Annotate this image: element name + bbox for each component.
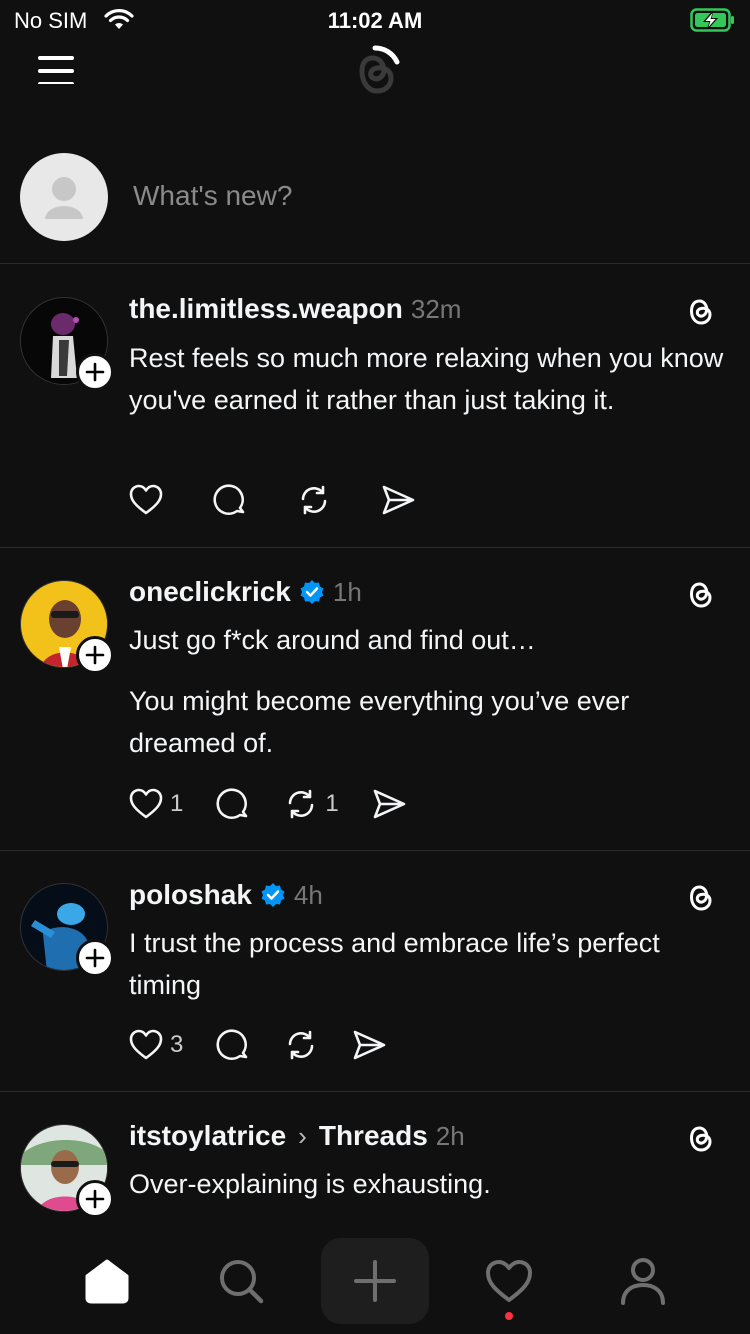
post-text: Rest feels so much more relaxing when yo… (129, 337, 729, 421)
like-button[interactable]: 1 (128, 786, 183, 822)
send-icon (354, 1030, 386, 1060)
share-button[interactable] (380, 482, 416, 518)
post-text: Just go f*ck around and find out… You mi… (129, 619, 729, 764)
repost-button[interactable] (296, 482, 332, 518)
repost-icon (301, 485, 327, 515)
username[interactable]: the.limitless.weapon (129, 293, 403, 325)
repost-button[interactable] (283, 1027, 319, 1063)
share-button[interactable] (351, 1027, 387, 1063)
follow-button[interactable] (76, 636, 114, 674)
home-icon (85, 1259, 129, 1304)
like-count: 1 (170, 790, 184, 817)
post-header: oneclickrick 1h (129, 576, 362, 608)
post-time: 4h (293, 879, 323, 910)
post-paragraph: Rest feels so much more relaxing when yo… (129, 343, 724, 415)
post-actions (128, 482, 448, 518)
send-icon (382, 485, 415, 515)
comment-icon (216, 1029, 248, 1061)
compose-icon (354, 1260, 396, 1302)
tab-activity[interactable] (459, 1238, 559, 1324)
post-text: I trust the process and embrace life’s p… (129, 922, 729, 1006)
repost-icon (289, 789, 314, 819)
post-actions: 1 1 (128, 786, 439, 822)
tab-home[interactable] (57, 1238, 157, 1324)
threads-icon[interactable] (682, 576, 718, 612)
thread-post[interactable]: the.limitless.weapon 32m Rest feels so m… (0, 265, 750, 548)
plus-icon (85, 948, 105, 968)
like-button[interactable]: 3 (128, 1027, 183, 1063)
new-thread-composer[interactable]: What's new? (0, 150, 750, 264)
post-text: Over-explaining is exhausting. (129, 1163, 729, 1205)
reply-button[interactable] (215, 1027, 251, 1063)
post-actions: 3 (128, 1027, 419, 1063)
follow-button[interactable] (76, 939, 114, 977)
follow-button[interactable] (76, 353, 114, 391)
tab-profile[interactable] (593, 1238, 693, 1324)
tab-search[interactable] (191, 1238, 291, 1324)
repost-button[interactable]: 1 (283, 786, 339, 822)
like-button[interactable] (128, 482, 164, 518)
username[interactable]: poloshak (129, 879, 252, 911)
share-button[interactable] (371, 786, 407, 822)
menu-icon[interactable] (36, 52, 76, 84)
thread-post[interactable]: poloshak 4h I trust the process and embr… (0, 851, 750, 1092)
tab-compose[interactable] (321, 1238, 429, 1324)
plus-icon (85, 362, 105, 382)
post-paragraph: Over-explaining is exhausting. (129, 1169, 491, 1199)
user-avatar[interactable] (20, 153, 108, 241)
verified-badge-icon (261, 883, 285, 907)
composer-placeholder[interactable]: What's new? (133, 180, 292, 212)
threads-icon[interactable] (682, 1120, 718, 1156)
username[interactable]: itstoylatrice (129, 1120, 286, 1152)
threads-icon[interactable] (682, 293, 718, 329)
top-bar (0, 36, 750, 106)
profile-icon (621, 1258, 665, 1305)
repost-icon (289, 1030, 314, 1060)
heart-icon (129, 484, 163, 515)
post-header: the.limitless.weapon 32m (129, 293, 461, 325)
topic-tag[interactable]: Threads (319, 1120, 428, 1152)
post-paragraph: I trust the process and embrace life’s p… (129, 928, 660, 1000)
chevron-right-icon: › (298, 1120, 307, 1151)
post-header: poloshak 4h (129, 879, 323, 911)
search-icon (220, 1260, 264, 1304)
heart-icon (129, 788, 163, 819)
status-bar: No SIM 11:02 AM (0, 0, 750, 40)
follow-button[interactable] (76, 1180, 114, 1218)
heart-icon (129, 1029, 163, 1060)
post-header: itstoylatrice › Threads 2h (129, 1120, 465, 1152)
thread-post[interactable]: oneclickrick 1h Just go f*ck around and … (0, 548, 750, 851)
notification-dot (505, 1312, 513, 1320)
comment-icon (213, 484, 245, 516)
plus-icon (85, 1189, 105, 1209)
post-time: 2h (435, 1120, 465, 1151)
username[interactable]: oneclickrick (129, 576, 291, 608)
reply-button[interactable] (215, 786, 251, 822)
reply-button[interactable] (212, 482, 248, 518)
repost-count: 1 (325, 790, 339, 817)
post-time: 1h (332, 576, 362, 607)
verified-badge-icon (300, 580, 324, 604)
comment-icon (216, 788, 248, 820)
battery-charging-icon (690, 8, 734, 32)
plus-icon (85, 645, 105, 665)
post-paragraph: You might become everything you’ve ever … (129, 686, 630, 758)
post-paragraph: Just go f*ck around and find out… (129, 625, 536, 655)
activity-heart-icon (486, 1260, 532, 1302)
bottom-tab-bar (0, 1228, 750, 1334)
send-icon (373, 789, 406, 819)
post-time: 32m (410, 293, 462, 324)
threads-logo-refreshing[interactable] (340, 36, 410, 106)
status-time: 11:02 AM (327, 8, 423, 33)
like-count: 3 (170, 1031, 184, 1058)
threads-icon[interactable] (682, 879, 718, 915)
